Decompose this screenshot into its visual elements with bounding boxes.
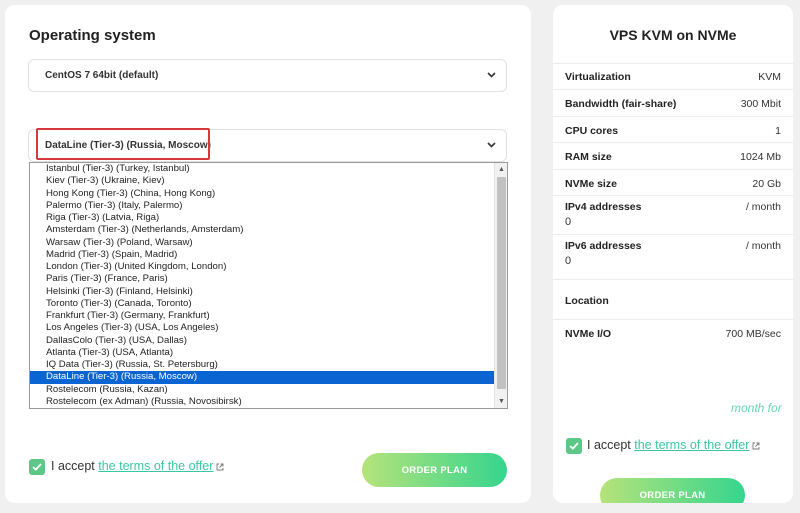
chevron-down-icon xyxy=(487,60,497,91)
dropdown-option[interactable]: Rostelecom (Russia, Kazan) xyxy=(30,384,495,396)
price-period-label: month for xyxy=(731,401,782,415)
spec-value: / month xyxy=(745,201,781,213)
dropdown-scrollbar[interactable]: ▲ ▼ xyxy=(494,163,507,408)
plan-title: VPS KVM on NVMe xyxy=(609,27,737,43)
dropdown-option[interactable]: Warsaw (Tier-3) (Poland, Warsaw) xyxy=(30,237,495,249)
check-icon xyxy=(32,463,42,471)
spec-label: IPv4 addresses xyxy=(565,201,642,213)
dropdown-option[interactable]: Helsinki (Tier-3) (Finland, Helsinki) xyxy=(30,286,495,298)
accept-checkbox[interactable] xyxy=(566,438,582,454)
dropdown-option[interactable]: Amsterdam (Tier-3) (Netherlands, Amsterd… xyxy=(30,224,495,236)
spec-row-location: Location xyxy=(553,279,793,319)
spec-row-nvme-io: NVMe I/O 700 MB/sec xyxy=(553,319,793,345)
spec-row-bandwidth: Bandwidth (fair-share) 300 Mbit xyxy=(553,89,793,116)
spec-label: NVMe size xyxy=(565,178,617,190)
spec-count: 0 xyxy=(565,216,572,228)
spec-value: 700 MB/sec xyxy=(725,328,781,340)
os-select-value: CentOS 7 64bit (default) xyxy=(45,70,159,81)
accept-terms-text: I accept the terms of the offer xyxy=(587,438,760,453)
accept-prefix: I accept xyxy=(51,459,99,473)
dropdown-option[interactable]: London (Tier-3) (United Kingdom, London) xyxy=(30,261,495,273)
order-plan-button[interactable]: ORDER PLAN xyxy=(362,453,507,487)
dropdown-option[interactable]: DallasColo (Tier-3) (USA, Dallas) xyxy=(30,335,495,347)
check-icon xyxy=(569,442,579,450)
spec-label: Location xyxy=(565,295,609,307)
spec-row-ipv4: IPv4 addresses / month 0 xyxy=(553,195,793,234)
spec-value: 1024 Mb xyxy=(740,151,781,163)
dropdown-option[interactable]: Toronto (Tier-3) (Canada, Toronto) xyxy=(30,298,495,310)
spec-label: NVMe I/O xyxy=(565,328,612,340)
dropdown-option[interactable]: Rostelecom (ex Adman) (Russia, Novosibir… xyxy=(30,396,495,408)
dropdown-option[interactable]: Madrid (Tier-3) (Spain, Madrid) xyxy=(30,249,495,261)
spec-label: Virtualization xyxy=(565,71,631,83)
spec-label: IPv6 addresses xyxy=(565,240,642,252)
spec-value: 300 Mbit xyxy=(740,98,781,110)
dropdown-option[interactable]: Hong Kong (Tier-3) (China, Hong Kong) xyxy=(30,188,495,200)
spec-value: 1 xyxy=(775,125,781,137)
dropdown-option[interactable]: Kiev (Tier-3) (Ukraine, Kiev) xyxy=(30,175,495,187)
dropdown-option[interactable]: DataLine (Tier-3) (Russia, Moscow) xyxy=(30,371,495,384)
scroll-up-arrow-icon[interactable]: ▲ xyxy=(495,163,507,176)
spec-row-ipv6: IPv6 addresses / month 0 xyxy=(553,234,793,279)
spec-count: 0 xyxy=(565,255,572,267)
spec-row-cpu: CPU cores 1 xyxy=(553,116,793,142)
dropdown-option[interactable]: Paris (Tier-3) (France, Paris) xyxy=(30,273,495,285)
dropdown-option[interactable]: Los Angeles (Tier-3) (USA, Los Angeles) xyxy=(30,322,495,334)
dropdown-option[interactable]: Istanbul (Tier-3) (Turkey, Istanbul) xyxy=(30,163,495,175)
chevron-down-icon xyxy=(487,130,497,161)
external-link-icon xyxy=(752,439,760,453)
spec-row-virtualization: Virtualization KVM xyxy=(553,63,793,89)
spec-row-nvme: NVMe size 20 Gb xyxy=(553,169,793,195)
accept-checkbox[interactable] xyxy=(29,459,45,475)
spec-value: KVM xyxy=(758,71,781,83)
os-select[interactable]: CentOS 7 64bit (default) xyxy=(28,59,507,92)
scroll-down-arrow-icon[interactable]: ▼ xyxy=(495,395,507,408)
spec-label: CPU cores xyxy=(565,125,619,137)
terms-link[interactable]: the terms of the offer xyxy=(98,459,213,473)
dropdown-option[interactable]: Frankfurt (Tier-3) (Germany, Frankfurt) xyxy=(30,310,495,322)
spec-value: / month xyxy=(745,240,781,252)
external-link-icon xyxy=(216,460,224,474)
accept-prefix: I accept xyxy=(587,438,635,452)
spec-label: RAM size xyxy=(565,151,612,163)
plan-summary-panel: VPS KVM on NVMe Virtualization KVM Bandw… xyxy=(553,5,793,503)
accept-terms-text: I accept the terms of the offer xyxy=(51,459,224,474)
spec-row-ram: RAM size 1024 Mb xyxy=(553,142,793,169)
location-select[interactable]: DataLine (Tier-3) (Russia, Moscow) xyxy=(28,129,507,162)
location-dropdown-list[interactable]: Istanbul (Tier-3) (Turkey, Istanbul) Kiev… xyxy=(29,162,508,409)
dropdown-option[interactable]: IQ Data (Tier-3) (Russia, St. Petersburg… xyxy=(30,359,495,371)
order-plan-button[interactable]: ORDER PLAN xyxy=(600,478,745,503)
section-title: Operating system xyxy=(29,27,156,44)
dropdown-option[interactable]: Atlanta (Tier-3) (USA, Atlanta) xyxy=(30,347,495,359)
dropdown-option[interactable]: Riga (Tier-3) (Latvia, Riga) xyxy=(30,212,495,224)
spec-table: Virtualization KVM Bandwidth (fair-share… xyxy=(553,63,793,345)
scroll-thumb[interactable] xyxy=(497,177,506,389)
spec-value: 20 Gb xyxy=(752,178,781,190)
location-select-value: DataLine (Tier-3) (Russia, Moscow) xyxy=(45,140,211,151)
spec-label: Bandwidth (fair-share) xyxy=(565,98,677,110)
dropdown-option[interactable]: Palermo (Tier-3) (Italy, Palermo) xyxy=(30,200,495,212)
terms-link[interactable]: the terms of the offer xyxy=(634,438,749,452)
